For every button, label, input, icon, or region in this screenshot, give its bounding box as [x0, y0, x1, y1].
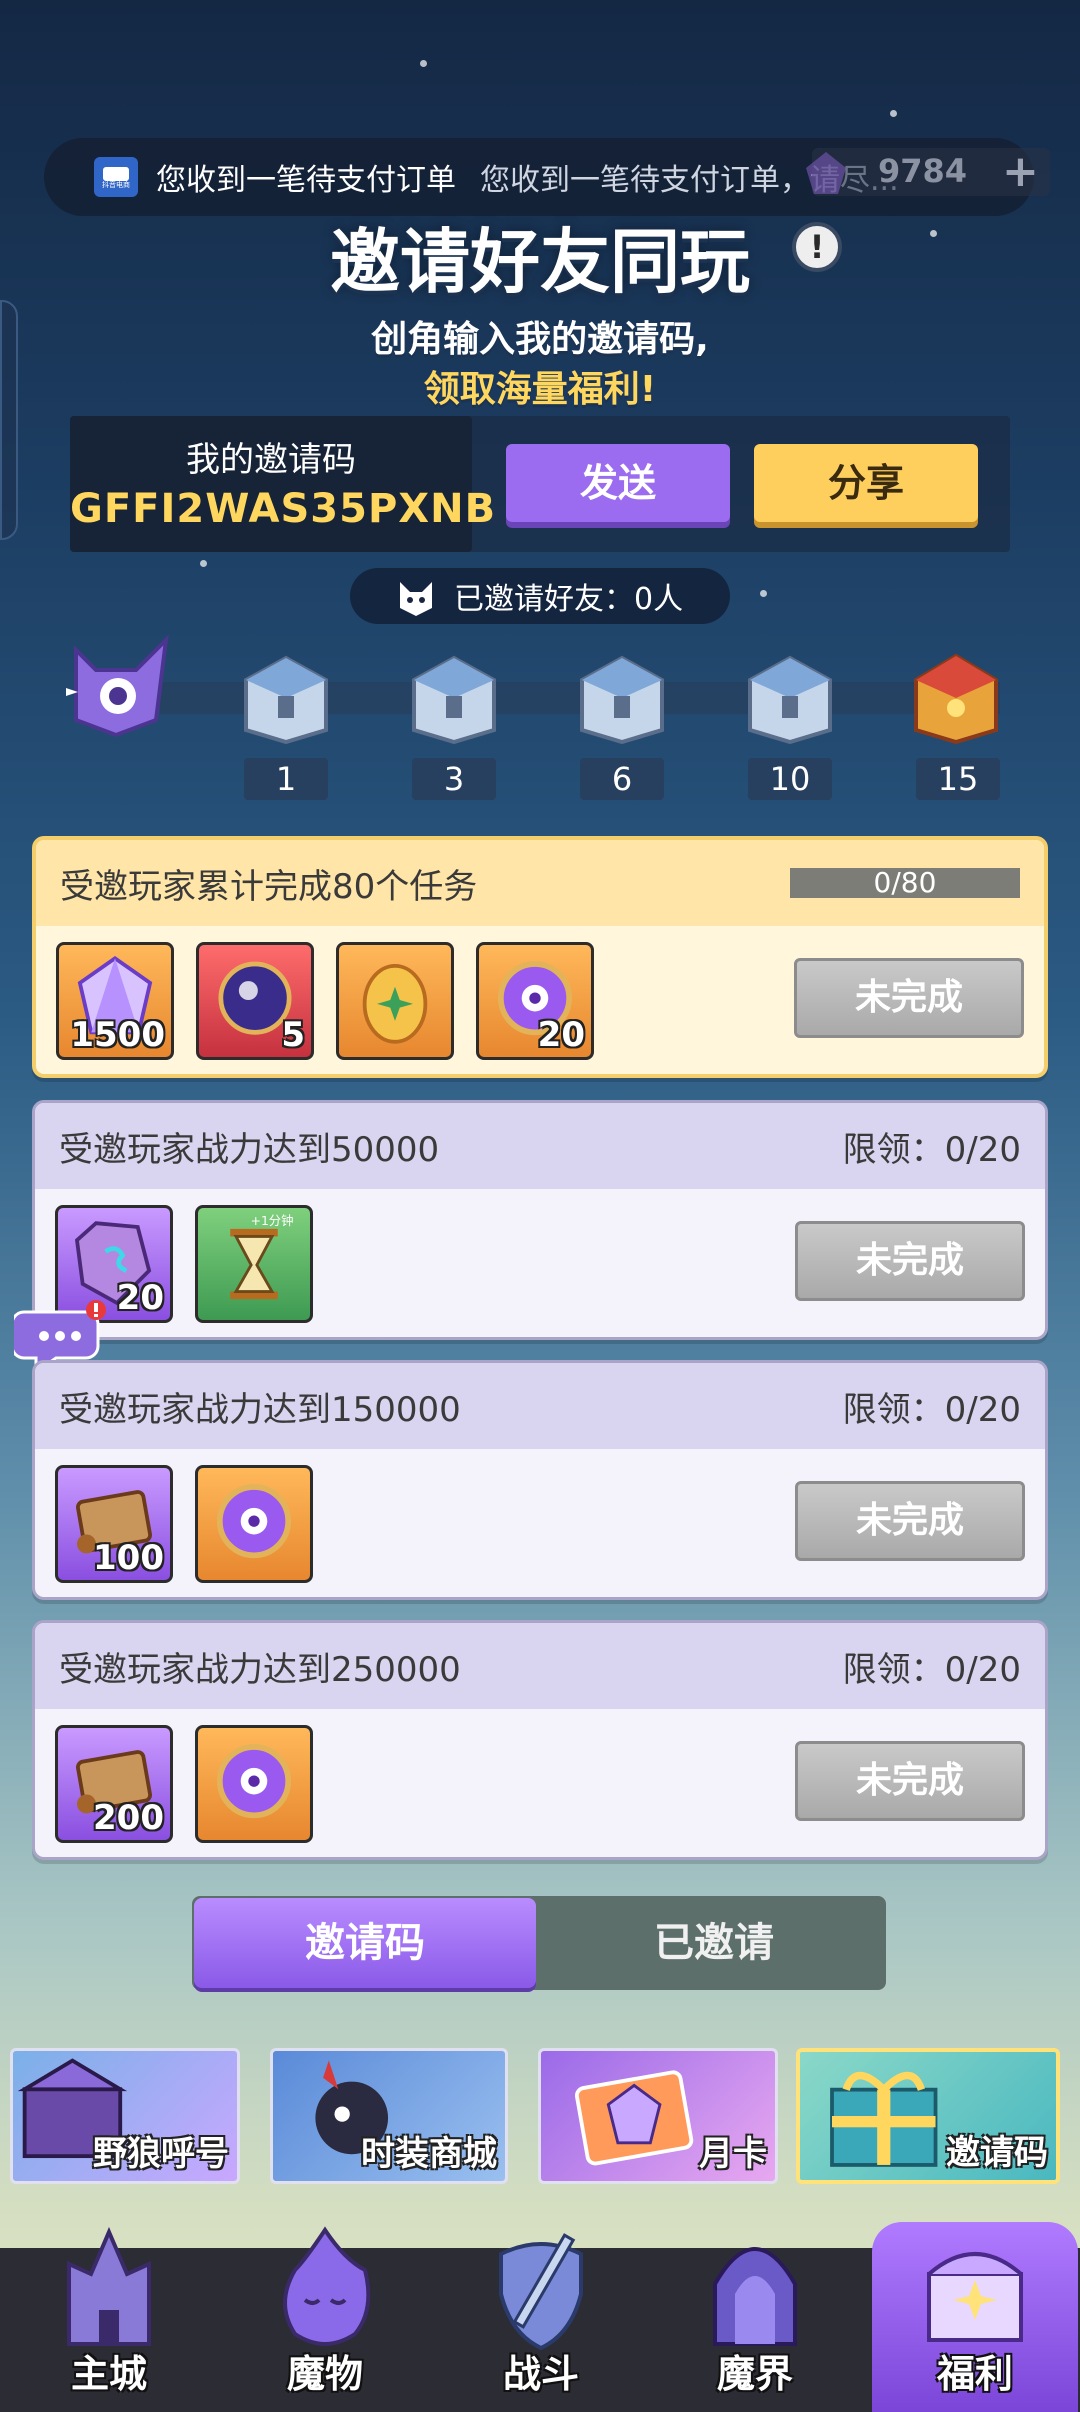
banner-label: 月卡: [699, 2134, 767, 2174]
milestone-label: 6: [580, 758, 664, 800]
add-currency-button[interactable]: +: [1002, 146, 1039, 197]
notification-text: 您收到一笔待支付订单: [156, 163, 456, 198]
shield-sword-icon: [499, 2233, 583, 2351]
shop-app-icon: 抖音电商: [94, 157, 138, 197]
reward-item[interactable]: 5: [196, 942, 314, 1060]
incomplete-button[interactable]: 未完成: [795, 1741, 1025, 1821]
reward-qty: 100: [93, 1538, 164, 1578]
milestone-label: 1: [244, 758, 328, 800]
tab-invite-code[interactable]: 邀请码: [194, 1898, 536, 1988]
svg-text:抖音电商: 抖音电商: [102, 180, 130, 189]
cat-mascot-icon: [400, 582, 432, 616]
milestone-label: 3: [412, 758, 496, 800]
gold-chest-icon: [914, 653, 998, 744]
task-card: 受邀玩家战力达到50000 限领：0/20 20 +1分钟 未完成: [32, 1100, 1048, 1340]
task-title: 受邀玩家战力达到150000: [59, 1389, 461, 1430]
reward-item[interactable]: [336, 942, 454, 1060]
incomplete-button[interactable]: 未完成: [795, 1481, 1025, 1561]
incomplete-button[interactable]: 未完成: [795, 1221, 1025, 1301]
send-button[interactable]: 发送: [506, 444, 730, 522]
invited-friends-badge: 已邀请好友：0人: [350, 568, 730, 624]
eye-coin-icon: [216, 1484, 292, 1559]
tab-invited[interactable]: 已邀请: [544, 1898, 884, 1988]
nav-label: 福利: [936, 2352, 1013, 2396]
star-decoration: [200, 560, 207, 567]
banner-monthly-card[interactable]: 月卡: [538, 2048, 778, 2184]
nav-main-city[interactable]: 主城: [14, 2224, 204, 2412]
subtitle-line2: 领取海量福利!: [423, 369, 657, 410]
invite-code-value: GFFI2WAS35PXNB: [70, 486, 497, 532]
eye-coin-icon: [216, 1744, 292, 1819]
task-title: 受邀玩家累计完成80个任务: [60, 866, 478, 907]
purple-mascot-icon: [66, 634, 169, 738]
nav-label: 主城: [70, 2352, 147, 2396]
reward-qty: 5: [281, 1015, 305, 1055]
milestone-label: 15: [916, 758, 1000, 800]
task-card: 受邀玩家累计完成80个任务 0/80 1500 5 20 未完成: [32, 836, 1048, 1078]
invite-code-label: 我的邀请码: [186, 440, 356, 480]
task-title: 受邀玩家战力达到250000: [59, 1649, 461, 1690]
invited-friends-count: 已邀请好友：0人: [454, 582, 684, 617]
reward-qty: 1500: [70, 1015, 165, 1055]
task-card: 受邀玩家战力达到250000 限领：0/20 200 未完成: [32, 1620, 1048, 1860]
nav-label: 魔物: [286, 2352, 363, 2396]
reward-qty: 20: [537, 1015, 585, 1055]
reward-item[interactable]: 100: [55, 1465, 173, 1583]
claim-limit: 限领：0/20: [842, 1389, 1021, 1430]
svg-text:+1分钟: +1分钟: [251, 1213, 294, 1228]
portal-icon: [713, 2247, 797, 2346]
incomplete-button[interactable]: 未完成: [794, 958, 1024, 1038]
reward-item[interactable]: 200: [55, 1725, 173, 1843]
star-decoration: [420, 60, 427, 67]
castle-icon: [67, 2226, 151, 2346]
banner-label: 野狼呼号: [93, 2134, 229, 2174]
reward-item[interactable]: 20: [476, 942, 594, 1060]
task-progress-bar: 0/80: [790, 868, 1020, 898]
info-icon[interactable]: !: [792, 222, 842, 272]
nav-battle[interactable]: 战斗: [446, 2224, 636, 2412]
task-title: 受邀玩家战力达到50000: [59, 1129, 440, 1170]
silver-chest-icon: [412, 655, 496, 744]
silver-chest-icon: [748, 655, 832, 744]
star-decoration: [890, 110, 897, 117]
banner-invite-code[interactable]: 邀请码: [796, 2048, 1060, 2184]
banner-label: 邀请码: [946, 2133, 1048, 2173]
reward-item[interactable]: 1500: [56, 942, 174, 1060]
nav-demon-realm[interactable]: 魔界: [660, 2224, 850, 2412]
milestone-label: 10: [748, 758, 832, 800]
silver-chest-icon: [580, 655, 664, 744]
nav-welfare[interactable]: 福利: [880, 2224, 1070, 2412]
reward-item[interactable]: [195, 1725, 313, 1843]
treasure-chest-icon: [927, 2252, 1023, 2342]
share-button[interactable]: 分享: [754, 444, 978, 522]
banner-wolf-call[interactable]: 野狼呼号: [10, 2048, 240, 2184]
page-title: 邀请好友同玩: [330, 221, 750, 303]
banner-label: 时装商城: [361, 2134, 497, 2174]
reward-qty: 20: [116, 1278, 164, 1318]
banner-fashion-shop[interactable]: 时装商城: [270, 2048, 508, 2184]
egg-icon: [362, 963, 428, 1044]
nav-label: 魔界: [716, 2352, 793, 2396]
reward-item[interactable]: [195, 1465, 313, 1583]
hourglass-icon: +1分钟: [230, 1213, 294, 1300]
silver-chest-icon: [244, 655, 328, 744]
claim-limit: 限领：0/20: [842, 1129, 1021, 1170]
currency-count: 9784: [878, 152, 968, 190]
reward-item[interactable]: +1分钟: [195, 1205, 313, 1323]
nav-monsters[interactable]: 魔物: [230, 2224, 420, 2412]
reward-qty: 200: [93, 1798, 164, 1838]
claim-limit: 限领：0/20: [842, 1649, 1021, 1690]
crystal-currency-icon: [806, 152, 846, 194]
star-decoration: [760, 590, 767, 597]
task-card: 受邀玩家战力达到150000 限领：0/20 100 未完成: [32, 1360, 1048, 1600]
nav-label: 战斗: [502, 2352, 579, 2396]
flame-monster-icon: [283, 2226, 371, 2346]
subtitle-line1: 创角输入我的邀请码,: [371, 319, 709, 360]
